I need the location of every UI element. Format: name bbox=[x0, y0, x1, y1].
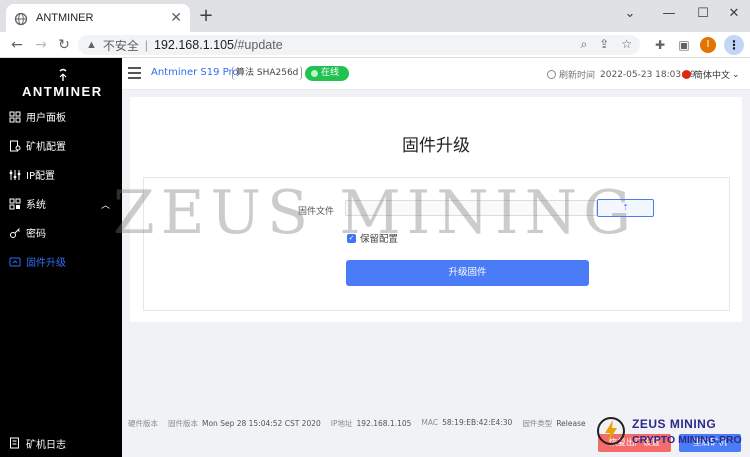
chevron-down-icon: ⌄ bbox=[732, 69, 740, 80]
ip-address: IP地址 192.168.1.105 bbox=[331, 418, 412, 429]
sliders-icon bbox=[9, 169, 21, 180]
status-badge: 在线 bbox=[305, 66, 349, 81]
fw-label: 固件版本 bbox=[168, 419, 198, 428]
close-tab-icon[interactable]: ✕ bbox=[170, 10, 182, 26]
firmware-version: 固件版本 Mon Sep 28 15:04:52 CST 2020 bbox=[168, 418, 321, 429]
sidebar-item-label: IP配置 bbox=[26, 171, 55, 182]
address-bar[interactable]: ▲ 不安全 | 192.168.1.105 /#update ⌕ ⇪ ☆ bbox=[78, 35, 640, 55]
miner-model: Antminer S19 Pro bbox=[151, 67, 239, 78]
file-path-input[interactable] bbox=[345, 200, 597, 216]
key-icon bbox=[10, 227, 20, 238]
new-tab-button[interactable]: + bbox=[196, 6, 216, 26]
back-button[interactable]: ← bbox=[8, 36, 26, 54]
globe-icon bbox=[14, 11, 28, 26]
algorithm-badge: 算法 SHA256d bbox=[232, 66, 303, 80]
chevron-down-icon[interactable]: ⌄ bbox=[612, 0, 648, 32]
keep-settings-checkbox[interactable]: ✓ 保留配置 bbox=[347, 231, 398, 245]
sidebar-item-ip-config[interactable]: IP配置 bbox=[0, 160, 122, 189]
mac-value: 58:19:EB:42:E4:30 bbox=[442, 418, 513, 427]
refresh-label: 刷新时间 bbox=[559, 71, 596, 81]
url-separator: | bbox=[144, 38, 149, 52]
omnibox-actions: ⌕ ⇪ ☆ bbox=[580, 37, 632, 52]
antenna-icon bbox=[59, 68, 67, 81]
app-header: Antminer S19 Pro 算法 SHA256d 在线 刷新时间 2022… bbox=[122, 58, 750, 90]
url-path: /#update bbox=[233, 38, 283, 52]
minimize-button[interactable]: — bbox=[651, 0, 687, 32]
mac-label: MAC bbox=[421, 418, 439, 427]
reboot-button[interactable]: 重启矿机 bbox=[679, 434, 741, 452]
sidebar-item-system[interactable]: 系统 ︿ bbox=[0, 189, 122, 218]
china-flag-icon bbox=[682, 70, 691, 79]
sidebar-item-label: 矿机日志 bbox=[26, 439, 66, 451]
log-icon bbox=[10, 437, 19, 449]
status-text: 在线 bbox=[321, 68, 340, 78]
firmware-type: 固件类型 Release bbox=[522, 418, 585, 429]
upgrade-icon bbox=[9, 257, 21, 266]
sidebar-nav: 用户面板 矿机配置 IP配置 系统 ︿ 密码 固件升级 bbox=[0, 102, 122, 276]
browser-tab[interactable]: ANTMINER ✕ bbox=[6, 4, 190, 32]
bookmark-star-icon[interactable]: ☆ bbox=[621, 37, 632, 52]
browser-menu-icon[interactable]: ⋮ bbox=[724, 35, 744, 55]
checkmark-icon: ✓ bbox=[347, 233, 356, 243]
device-info: 硬件版本 固件版本 Mon Sep 28 15:04:52 CST 2020 IP… bbox=[128, 418, 596, 429]
firmware-upgrade-card: 固件升级 固件文件 ⇡ ✓ 保留配置 升级固件 bbox=[130, 97, 742, 322]
sidebar-item-label: 用户面板 bbox=[26, 113, 66, 124]
hardware-version: 硬件版本 bbox=[128, 418, 158, 429]
language-label: 简体中文 bbox=[694, 71, 731, 81]
refresh-time: 刷新时间 2022-05-23 18:03:49 bbox=[547, 68, 696, 81]
system-icon bbox=[9, 198, 21, 209]
upload-icon: ⇡ bbox=[622, 203, 629, 212]
grid-icon bbox=[9, 111, 21, 122]
insecure-label: 不安全 bbox=[102, 38, 139, 53]
upgrade-firmware-button[interactable]: 升级固件 bbox=[346, 260, 589, 286]
keep-settings-label: 保留配置 bbox=[360, 234, 399, 245]
sidebar-item-label: 密码 bbox=[26, 229, 46, 240]
ip-label: IP地址 bbox=[330, 419, 353, 428]
sidebar-item-label: 系统 bbox=[26, 200, 46, 211]
forward-button[interactable]: → bbox=[32, 36, 50, 54]
page-title: 固件升级 bbox=[402, 136, 470, 156]
sidebar-item-dashboard[interactable]: 用户面板 bbox=[0, 102, 122, 131]
reload-button[interactable]: ↻ bbox=[55, 36, 73, 54]
browse-file-button[interactable]: ⇡ bbox=[597, 199, 654, 217]
sidebar-item-label: 矿机配置 bbox=[26, 142, 66, 153]
footer: 硬件版本 固件版本 Mon Sep 28 15:04:52 CST 2020 IP… bbox=[122, 410, 750, 457]
browser-tabstrip: ANTMINER ✕ + ⌄ — ☐ ✕ bbox=[0, 0, 750, 32]
zoom-icon[interactable]: ⌕ bbox=[580, 37, 587, 52]
sidebar: ANTMINER 用户面板 矿机配置 IP配置 系统 ︿ 密码 固件升级 矿机日… bbox=[0, 58, 122, 457]
browser-toolbar: ← → ↻ ▲ 不安全 | 192.168.1.105 /#update ⌕ ⇪… bbox=[0, 32, 750, 58]
sidebar-item-label: 固件升级 bbox=[26, 258, 66, 269]
window-close-button[interactable]: ✕ bbox=[716, 0, 750, 32]
hw-label: 硬件版本 bbox=[128, 419, 158, 428]
status-dot-icon bbox=[311, 70, 318, 77]
ip-value: 192.168.1.105 bbox=[356, 419, 412, 428]
type-value: Release bbox=[556, 419, 586, 428]
type-label: 固件类型 bbox=[522, 419, 553, 428]
file-label: 固件文件 bbox=[298, 207, 335, 217]
fw-value: Mon Sep 28 15:04:52 CST 2020 bbox=[202, 419, 321, 428]
language-selector[interactable]: 简体中文 ⌄ bbox=[682, 68, 740, 81]
antminer-logo: ANTMINER bbox=[22, 66, 103, 99]
logo-text: ANTMINER bbox=[22, 84, 103, 99]
menu-toggle-icon[interactable] bbox=[128, 67, 141, 79]
upgrade-form: 固件文件 ⇡ ✓ 保留配置 升级固件 bbox=[143, 177, 730, 311]
warning-icon: ▲ bbox=[86, 39, 97, 51]
share-icon[interactable]: ⇪ bbox=[599, 37, 609, 52]
extensions-icon[interactable]: ✚ bbox=[652, 37, 668, 53]
mac-address: MAC 58:19:EB:42:E4:30 bbox=[421, 418, 512, 429]
profile-avatar[interactable]: I bbox=[700, 37, 716, 53]
config-icon bbox=[10, 140, 21, 151]
sidebar-item-password[interactable]: 密码 bbox=[0, 218, 122, 247]
tab-title: ANTMINER bbox=[36, 12, 94, 24]
clock-icon bbox=[547, 70, 556, 79]
side-panel-icon[interactable]: ▣ bbox=[676, 37, 692, 53]
chevron-up-icon: ︿ bbox=[100, 201, 110, 211]
sidebar-item-miner-log[interactable]: 矿机日志 bbox=[0, 429, 122, 457]
url-host: 192.168.1.105 bbox=[154, 38, 234, 52]
sidebar-item-miner-config[interactable]: 矿机配置 bbox=[0, 131, 122, 160]
factory-reset-button[interactable]: 恢复出厂设置 bbox=[598, 434, 671, 452]
sidebar-item-firmware-upgrade[interactable]: 固件升级 bbox=[0, 247, 122, 276]
